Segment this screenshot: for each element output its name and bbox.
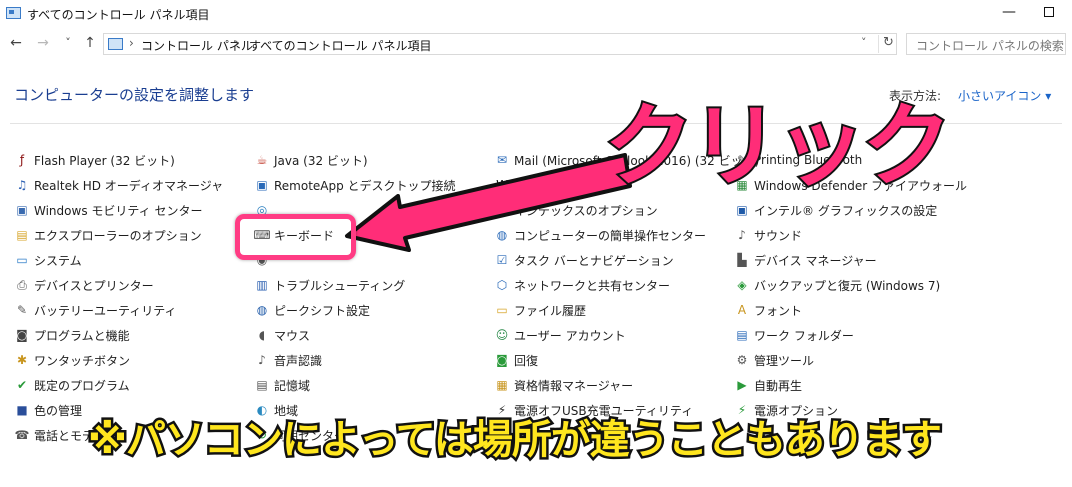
keyboard-highlight-box [235,214,356,260]
annotation-arrow [345,153,632,252]
click-annotation: クリック [602,94,954,199]
location-notice: ※パソコンによっては場所が違うこともあります [86,417,945,463]
